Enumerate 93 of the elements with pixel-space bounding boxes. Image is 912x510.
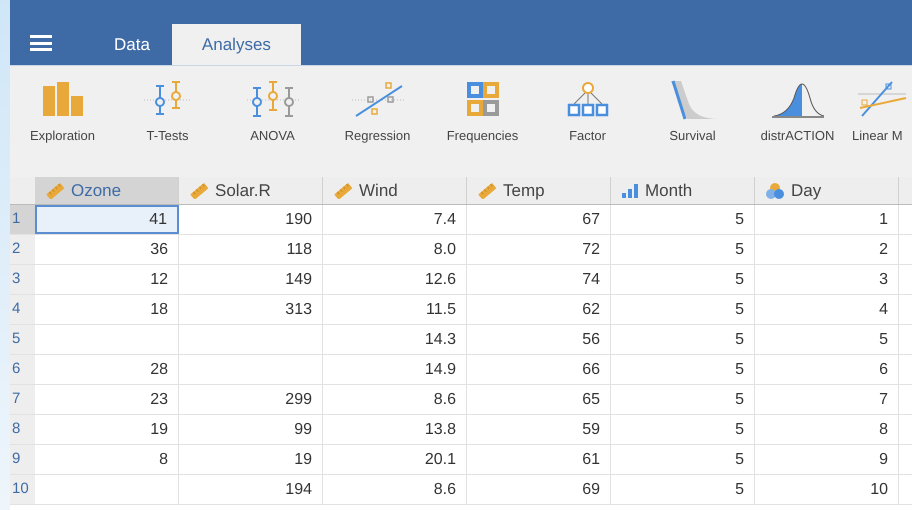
table-cell: 190 xyxy=(179,205,323,234)
row-number: 8 xyxy=(10,415,35,444)
column-header[interactable]: Solar.R xyxy=(179,177,323,204)
table-cell: 5 xyxy=(611,295,755,324)
table-cell: 5 xyxy=(611,475,755,504)
toolbar-button[interactable]: Survival xyxy=(640,80,745,146)
table-cell: 12 xyxy=(35,265,179,294)
column-header[interactable]: Temp xyxy=(467,177,611,204)
column-header[interactable]: Day xyxy=(755,177,899,204)
table-cell: 62 xyxy=(467,295,611,324)
table-cell: 4 xyxy=(755,295,899,324)
table-cell: 59 xyxy=(467,415,611,444)
table-cell: 67 xyxy=(467,205,611,234)
table-cell: 299 xyxy=(179,385,323,414)
toolbar-button[interactable]: Exploration xyxy=(10,80,115,146)
table-cell: 5 xyxy=(611,265,755,294)
row-number: 2 xyxy=(10,235,35,264)
table-cell: 118 xyxy=(179,235,323,264)
column-header[interactable]: Ozone xyxy=(35,177,179,204)
table-cell: 8.6 xyxy=(323,475,467,504)
table-cell: 5 xyxy=(611,325,755,354)
toolbar-button[interactable]: T-Tests xyxy=(115,80,220,146)
table-cell: 8.0 xyxy=(323,235,467,264)
table-cell: 19 xyxy=(35,415,179,444)
table-cell: 313 xyxy=(179,295,323,324)
row-number: 9 xyxy=(10,445,35,474)
table-cell: 1 xyxy=(755,205,899,234)
table-cell: 5 xyxy=(611,415,755,444)
table-cell: 18 xyxy=(35,295,179,324)
table-cell: 5 xyxy=(611,385,755,414)
table-cell: 8 xyxy=(755,415,899,444)
table-cell: 72 xyxy=(467,235,611,264)
column-name: Solar.R xyxy=(215,180,271,202)
row-number: 5 xyxy=(10,325,35,354)
toolbar-button[interactable]: Factor xyxy=(535,80,640,146)
column-name: Temp xyxy=(503,180,545,202)
table-cell: 66 xyxy=(467,355,611,384)
table-cell: 23 xyxy=(35,385,179,414)
table-cell: 99 xyxy=(179,415,323,444)
table-cell: 7 xyxy=(755,385,899,414)
column-name: Ozone xyxy=(71,180,122,202)
table-cell: 74 xyxy=(467,265,611,294)
table-cell: 194 xyxy=(179,475,323,504)
column-name: Day xyxy=(791,180,822,202)
table-cell: 5 xyxy=(755,325,899,354)
table-cell: 12.6 xyxy=(323,265,467,294)
table-cell: 6 xyxy=(755,355,899,384)
toolbar-button[interactable]: ANOVA xyxy=(220,80,325,146)
table-cell: 28 xyxy=(35,355,179,384)
circles-icon xyxy=(765,182,785,200)
row-number: 10 xyxy=(10,475,35,504)
table-cell: 5 xyxy=(611,235,755,264)
table-cell: 5 xyxy=(611,355,755,384)
table-cell: 149 xyxy=(179,265,323,294)
tab[interactable]: Data xyxy=(92,24,172,65)
table-cell: 11.5 xyxy=(323,295,467,324)
table-cell: 7.4 xyxy=(323,205,467,234)
table-cell: 9 xyxy=(755,445,899,474)
table-cell: 5 xyxy=(611,205,755,234)
table-cell: 3 xyxy=(755,265,899,294)
table-cell: 10 xyxy=(755,475,899,504)
table-cell: 13.8 xyxy=(323,415,467,444)
row-number: 4 xyxy=(10,295,35,324)
bar-chart-icon xyxy=(621,182,639,198)
column-header[interactable]: Month xyxy=(611,177,755,204)
menu-icon[interactable] xyxy=(30,35,52,51)
toolbar-button[interactable]: Regression xyxy=(325,80,430,146)
toolbar-button[interactable]: Frequencies xyxy=(430,80,535,146)
row-number: 7 xyxy=(10,385,35,414)
table-cell: 41 xyxy=(35,205,179,234)
row-number: 6 xyxy=(10,355,35,384)
table-cell: 5 xyxy=(611,445,755,474)
table-cell: 69 xyxy=(467,475,611,504)
table-cell: 56 xyxy=(467,325,611,354)
table-cell: 19 xyxy=(179,445,323,474)
table-cell: 20.1 xyxy=(323,445,467,474)
table-cell: 14.3 xyxy=(323,325,467,354)
tab[interactable]: Analyses xyxy=(172,24,301,65)
toolbar-button[interactable]: Linear M xyxy=(850,80,912,146)
row-number: 3 xyxy=(10,265,35,294)
row-number: 1 xyxy=(10,205,35,234)
table-cell: 36 xyxy=(35,235,179,264)
table-cell: 8.6 xyxy=(323,385,467,414)
table-cell: 61 xyxy=(467,445,611,474)
column-name: Month xyxy=(645,180,692,202)
column-name: Wind xyxy=(359,180,398,202)
table-cell: 14.9 xyxy=(323,355,467,384)
table-cell: 2 xyxy=(755,235,899,264)
toolbar-button[interactable]: distrACTION xyxy=(745,80,850,146)
table-cell: 8 xyxy=(35,445,179,474)
column-header[interactable]: Wind xyxy=(323,177,467,204)
error-bars-icon xyxy=(244,80,300,120)
table-cell: 65 xyxy=(467,385,611,414)
